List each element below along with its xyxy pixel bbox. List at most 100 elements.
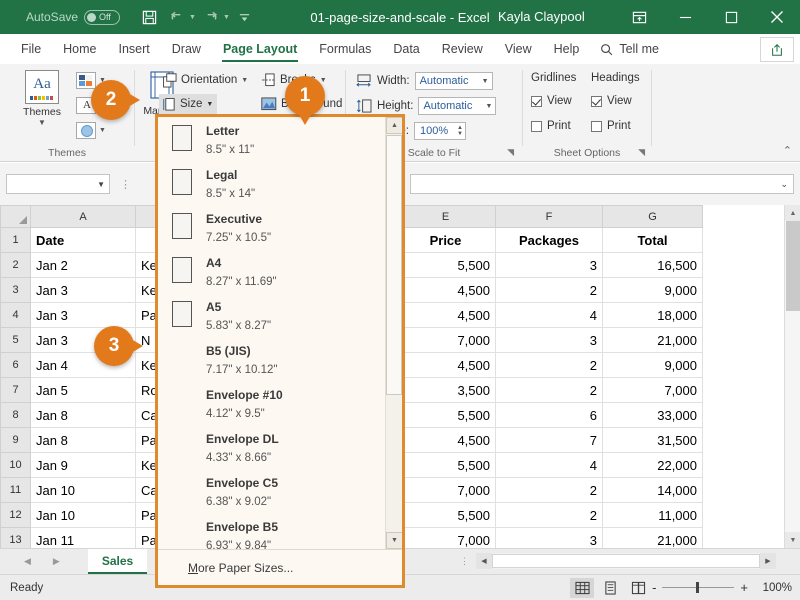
cell-total[interactable]: 9,000 — [602, 277, 703, 303]
sheet-nav-arrows[interactable]: ◀ ▶ — [24, 556, 60, 567]
list-item[interactable]: Envelope DL 4.33" x 8.66" — [158, 425, 402, 469]
cell-packages[interactable]: 2 — [495, 352, 603, 378]
cell-price[interactable]: 4,500 — [395, 427, 496, 453]
cell-price[interactable]: 7,000 — [395, 477, 496, 503]
column-header-g[interactable]: G — [602, 205, 703, 228]
cell-date[interactable]: Jan 3 — [30, 302, 136, 328]
gridlines-print-checkbox[interactable]: Print — [531, 120, 571, 132]
zoom-slider-thumb[interactable] — [696, 582, 700, 593]
customize-quick-access-toolbar-icon[interactable] — [232, 4, 258, 30]
height-select[interactable]: Automatic ▼ — [418, 97, 497, 115]
orientation-dropdown-icon[interactable]: ▼ — [241, 77, 248, 84]
row-header[interactable]: 6 — [0, 352, 31, 378]
scroll-left-icon[interactable]: ◀ — [476, 553, 492, 569]
scroll-up-icon[interactable]: ▲ — [785, 205, 800, 221]
dropdown-scrollbar[interactable]: ▲ ▼ — [385, 117, 402, 549]
zoom-out-button[interactable]: - — [652, 580, 656, 595]
close-button[interactable] — [754, 0, 800, 34]
column-header-e[interactable]: E — [395, 205, 496, 228]
sheet-options-dialog-launcher[interactable]: ◥ — [638, 147, 645, 158]
cell-packages[interactable]: 3 — [495, 327, 603, 353]
row-header[interactable]: 10 — [0, 452, 31, 478]
more-paper-sizes-button[interactable]: More Paper Sizes... — [158, 549, 402, 585]
row-header[interactable]: 5 — [0, 327, 31, 353]
row-header[interactable]: 2 — [0, 252, 31, 278]
cell-f1[interactable]: Packages — [495, 227, 603, 253]
cell-total[interactable]: 11,000 — [602, 502, 703, 528]
cell-date[interactable]: Jan 8 — [30, 402, 136, 428]
page-layout-view-button[interactable] — [598, 578, 622, 598]
scale-to-fit-dialog-launcher[interactable]: ◥ — [507, 147, 514, 158]
tab-page-layout[interactable]: Page Layout — [212, 34, 308, 64]
cell-price[interactable]: 5,500 — [395, 402, 496, 428]
row-header[interactable]: 11 — [0, 477, 31, 503]
cell-date[interactable]: Jan 10 — [30, 502, 136, 528]
column-header-f[interactable]: F — [495, 205, 603, 228]
tab-view[interactable]: View — [494, 34, 543, 64]
zoom-control[interactable]: - + — [652, 580, 748, 595]
tab-draw[interactable]: Draw — [161, 34, 212, 64]
themes-dropdown-icon[interactable]: ▼ — [14, 118, 70, 127]
sheet-tab-sales[interactable]: Sales — [87, 549, 148, 574]
normal-view-button[interactable] — [570, 577, 594, 598]
list-item[interactable]: A5 5.83" x 8.27" — [158, 293, 402, 337]
tab-home[interactable]: Home — [52, 34, 107, 64]
cell-total[interactable]: 18,000 — [602, 302, 703, 328]
gridlines-view-checkbox[interactable]: View — [531, 95, 572, 107]
list-item[interactable]: B5 (JIS) 7.17" x 10.12" — [158, 337, 402, 381]
horizontal-scrollbar[interactable]: ◀ ▶ — [476, 553, 776, 569]
list-item[interactable]: Envelope B5 6.93" x 9.84" — [158, 513, 402, 549]
cell-packages[interactable]: 4 — [495, 452, 603, 478]
scroll-right-icon[interactable]: ▶ — [760, 553, 776, 569]
previous-sheet-icon[interactable]: ◀ — [24, 556, 31, 567]
row-header[interactable]: 8 — [0, 402, 31, 428]
row-header[interactable]: 9 — [0, 427, 31, 453]
vertical-scrollbar[interactable]: ▲ ▼ — [784, 205, 800, 548]
cell-date[interactable]: Jan 8 — [30, 427, 136, 453]
collapse-ribbon-button[interactable]: ⌃ — [783, 144, 792, 157]
dropdown-scroll-thumb[interactable] — [386, 135, 402, 395]
cell-total[interactable]: 33,000 — [602, 402, 703, 428]
cell-packages[interactable]: 2 — [495, 477, 603, 503]
theme-effects-button[interactable]: ▼ — [76, 122, 106, 139]
cell-total[interactable]: 22,000 — [602, 452, 703, 478]
tab-formulas[interactable]: Formulas — [308, 34, 382, 64]
themes-button[interactable]: Aa Themes ▼ — [14, 70, 70, 127]
cell-total[interactable]: 21,000 — [602, 327, 703, 353]
row-header[interactable]: 1 — [0, 227, 31, 253]
tab-data[interactable]: Data — [382, 34, 430, 64]
maximize-button[interactable] — [708, 0, 754, 34]
tell-me-box[interactable]: Tell me — [600, 42, 659, 56]
row-header[interactable]: 3 — [0, 277, 31, 303]
cell-e1[interactable]: Price — [395, 227, 496, 253]
size-button[interactable]: Size ▼ — [159, 94, 218, 114]
formula-input[interactable]: ⌄ — [410, 174, 794, 194]
cell-total[interactable]: 9,000 — [602, 352, 703, 378]
column-header-a[interactable]: A — [30, 205, 136, 228]
list-item[interactable]: A4 8.27" x 11.69" — [158, 249, 402, 293]
cell-packages[interactable]: 7 — [495, 427, 603, 453]
undo-dropdown-icon[interactable]: ▼ — [189, 14, 196, 21]
split-handle[interactable]: ⋮ — [460, 556, 469, 567]
width-select[interactable]: Automatic ▼ — [414, 72, 493, 90]
cell-packages[interactable]: 2 — [495, 502, 603, 528]
cell-packages[interactable]: 6 — [495, 402, 603, 428]
scale-stepper[interactable]: 100% ▲ ▼ — [413, 122, 466, 140]
tab-file[interactable]: File — [10, 34, 52, 64]
cell-price[interactable]: 3,500 — [395, 377, 496, 403]
zoom-in-button[interactable]: + — [740, 580, 748, 595]
headings-view-checkbox[interactable]: View — [591, 95, 632, 107]
cell-a1[interactable]: Date — [30, 227, 136, 253]
cell-packages[interactable]: 2 — [495, 277, 603, 303]
cell-price[interactable]: 4,500 — [395, 352, 496, 378]
save-icon[interactable] — [136, 4, 162, 30]
select-all-corner[interactable] — [0, 205, 31, 228]
list-item[interactable]: Envelope C5 6.38" x 9.02" — [158, 469, 402, 513]
cell-total[interactable]: 7,000 — [602, 377, 703, 403]
redo-icon[interactable] — [198, 4, 224, 30]
ribbon-display-options-button[interactable] — [616, 0, 662, 34]
name-box[interactable]: ▼ — [6, 174, 110, 194]
expand-formula-bar-icon[interactable]: ⌄ — [780, 179, 788, 190]
cell-date[interactable]: Jan 2 — [30, 252, 136, 278]
cell-price[interactable]: 4,500 — [395, 277, 496, 303]
